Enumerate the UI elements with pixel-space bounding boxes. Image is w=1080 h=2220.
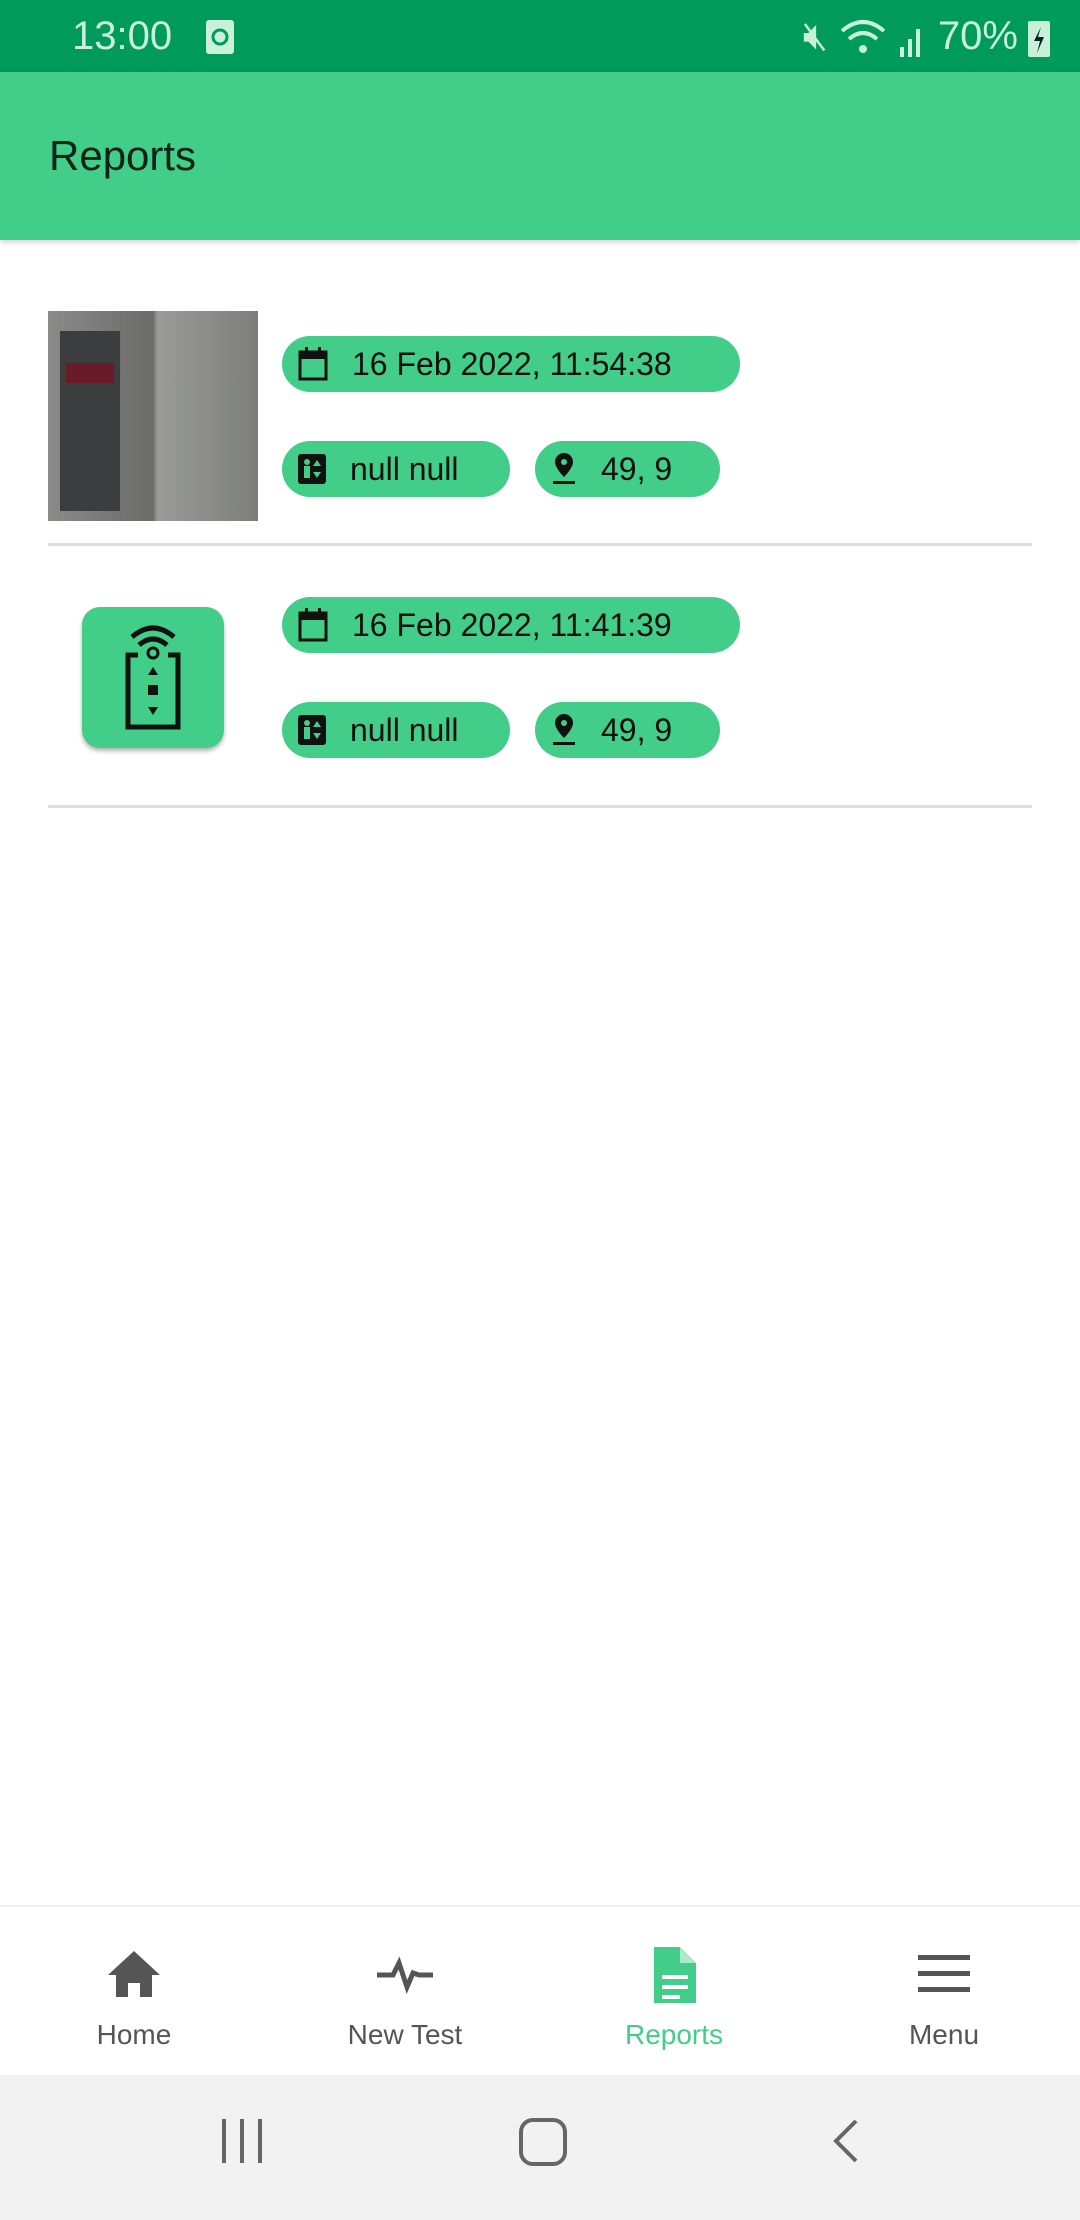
elevator-icon [298,715,326,745]
report-thumbnail [48,311,258,521]
mute-icon: 🔇︎ [802,14,828,58]
elevator-icon [298,454,326,484]
calendar-icon [298,347,328,381]
system-nav-bar [0,2075,1080,2220]
location-chip: 49, 9 [535,702,720,758]
lift-app-icon [82,607,224,748]
alarm-icon [206,20,234,54]
nav-menu[interactable]: Menu [844,1907,1044,2077]
recents-button[interactable] [218,2117,268,2167]
wifi-icon [840,19,886,53]
signal-icon [899,28,920,57]
location-pin-icon [553,453,575,484]
nav-new-test[interactable]: New Test [305,1907,505,2077]
status-bar: 13:00 🔇︎ 70% [0,0,1080,72]
lift-chip: null null [282,702,510,758]
home-button[interactable] [518,2117,568,2167]
status-time: 13:00 [72,14,173,58]
nav-home[interactable]: Home [34,1907,234,2077]
battery-percent: 70% [937,14,1018,58]
calendar-icon [298,608,328,642]
date-chip: 16 Feb 2022, 11:54:38 [282,336,740,392]
page-title: Reports [49,132,197,179]
report-item[interactable]: 16 Feb 2022, 11:41:39 null null 49, 9 [48,572,1032,808]
date-chip: 16 Feb 2022, 11:41:39 [282,597,740,653]
location-pin-icon [553,714,575,745]
back-button[interactable] [826,2117,866,2167]
pulse-icon [377,1956,433,1995]
home-icon [108,1951,160,1997]
lift-chip: null null [282,441,510,497]
bottom-nav: Home New Test Reports Menu [0,1905,1080,2075]
app-bar: Reports [0,72,1080,240]
battery-charging-icon [1028,20,1050,57]
location-chip: 49, 9 [535,441,720,497]
document-icon [654,1947,696,2003]
report-item[interactable]: 16 Feb 2022, 11:54:38 null null 49, 9 [48,310,1032,546]
nav-reports[interactable]: Reports [574,1907,774,2077]
menu-icon [918,1955,970,1992]
